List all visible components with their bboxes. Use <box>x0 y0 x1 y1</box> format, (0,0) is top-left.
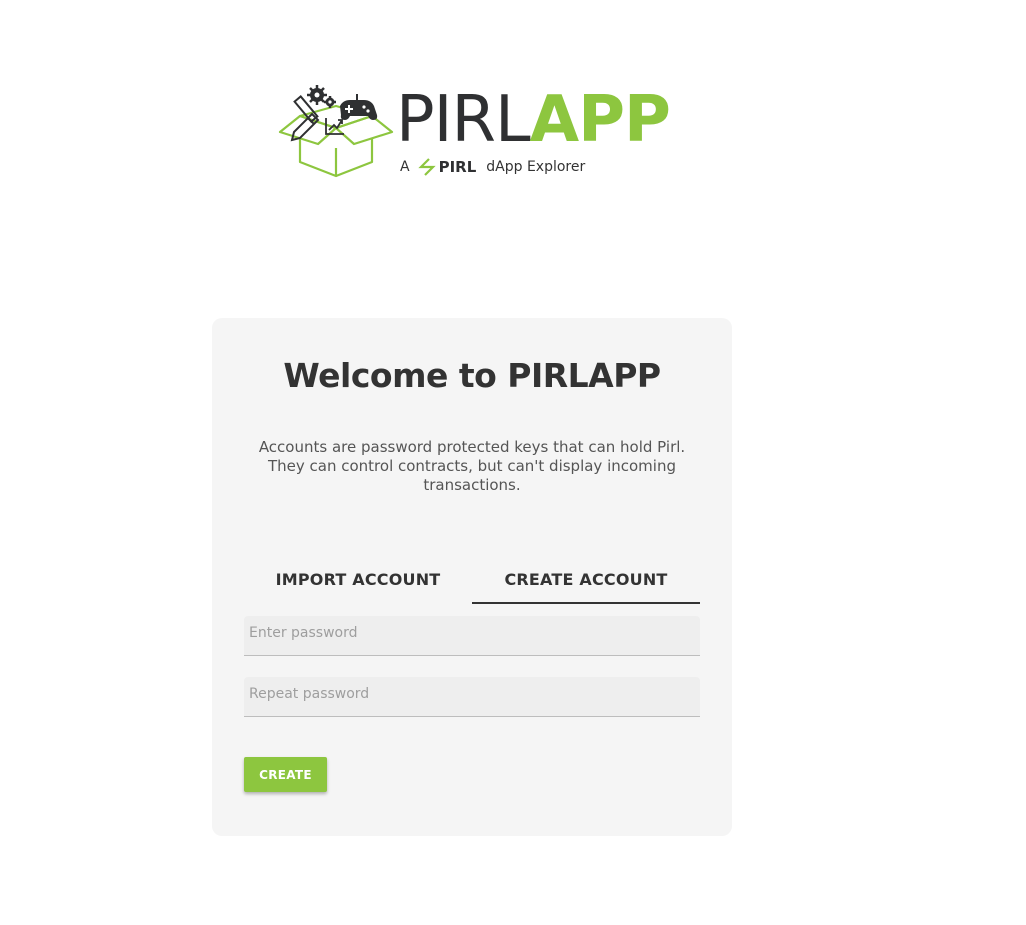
tagline-suffix: dApp Explorer <box>486 159 586 175</box>
welcome-card: Welcome to PIRLAPP Accounts are password… <box>212 318 732 836</box>
page-title: Welcome to PIRLAPP <box>283 356 661 395</box>
logo-word-pirl: PIRL <box>396 83 531 157</box>
tagline-prefix: A <box>400 159 410 175</box>
logo-word-app: APP <box>529 83 671 157</box>
tagline-brand: PIRL <box>438 158 477 176</box>
tab-import-account[interactable]: IMPORT ACCOUNT <box>244 558 472 604</box>
accounts-description: Accounts are password protected keys tha… <box>258 438 686 494</box>
page: PIRLAPP A PIRL dApp Explorer Welcome to … <box>0 0 1026 925</box>
logo-tagline: A PIRL dApp Explorer <box>400 157 585 177</box>
pirl-logo-icon <box>417 158 436 176</box>
repeat-password-input[interactable] <box>244 677 700 717</box>
account-tabs: IMPORT ACCOUNT CREATE ACCOUNT <box>244 558 700 604</box>
enter-password-input[interactable] <box>244 616 700 656</box>
pirlapp-logo: PIRLAPP A PIRL dApp Explorer <box>278 82 671 182</box>
logo-wordmark: PIRLAPP <box>396 83 671 157</box>
tab-create-account[interactable]: CREATE ACCOUNT <box>472 558 700 604</box>
create-button[interactable]: CREATE <box>244 757 327 792</box>
app-box-icon <box>278 85 394 178</box>
